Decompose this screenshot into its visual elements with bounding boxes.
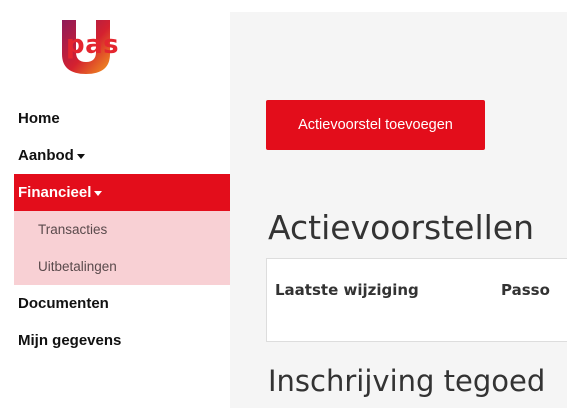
sidebar-item-label: Aanbod [18, 147, 74, 164]
sidebar-subitem-label: Uitbetalingen [38, 259, 117, 274]
sidebar-subitem-uitbetalingen[interactable]: Uitbetalingen [14, 248, 230, 285]
section-title-actievoorstellen: Actievoorstellen [268, 208, 535, 247]
brand-name: pas [66, 30, 120, 60]
actievoorstellen-table: Laatste wijziging Passo [266, 258, 567, 342]
sidebar-item-label: Mijn gegevens [18, 332, 122, 349]
column-header-passo[interactable]: Passo [501, 281, 550, 299]
caret-down-icon [94, 191, 103, 196]
section-title-inschrijving-tegoed: Inschrijving tegoed [268, 364, 546, 398]
main-content: Actievoorstel toevoegen Actievoorstellen… [230, 12, 567, 408]
sidebar-item-aanbod[interactable]: Aanbod [14, 137, 230, 174]
column-header-laatste-wijziging[interactable]: Laatste wijziging [275, 281, 419, 299]
financieel-submenu: Transacties Uitbetalingen [14, 211, 230, 285]
caret-down-icon [76, 154, 85, 159]
sidebar-subitem-label: Transacties [38, 222, 108, 237]
sidebar-nav: Home Aanbod Financieel Transacties Uitbe… [14, 100, 230, 359]
sidebar-item-home[interactable]: Home [14, 100, 230, 137]
sidebar-subitem-transacties[interactable]: Transacties [14, 211, 230, 248]
sidebar-item-financieel[interactable]: Financieel [14, 174, 230, 211]
add-actievoorstel-button[interactable]: Actievoorstel toevoegen [266, 100, 485, 150]
sidebar: pas Home Aanbod Financieel Transacties U… [0, 0, 230, 408]
sidebar-item-label: Financieel [18, 184, 92, 201]
sidebar-item-documenten[interactable]: Documenten [14, 285, 230, 322]
sidebar-item-label: Documenten [18, 295, 109, 312]
sidebar-item-label: Home [18, 110, 60, 127]
sidebar-item-mijn-gegevens[interactable]: Mijn gegevens [14, 322, 230, 359]
